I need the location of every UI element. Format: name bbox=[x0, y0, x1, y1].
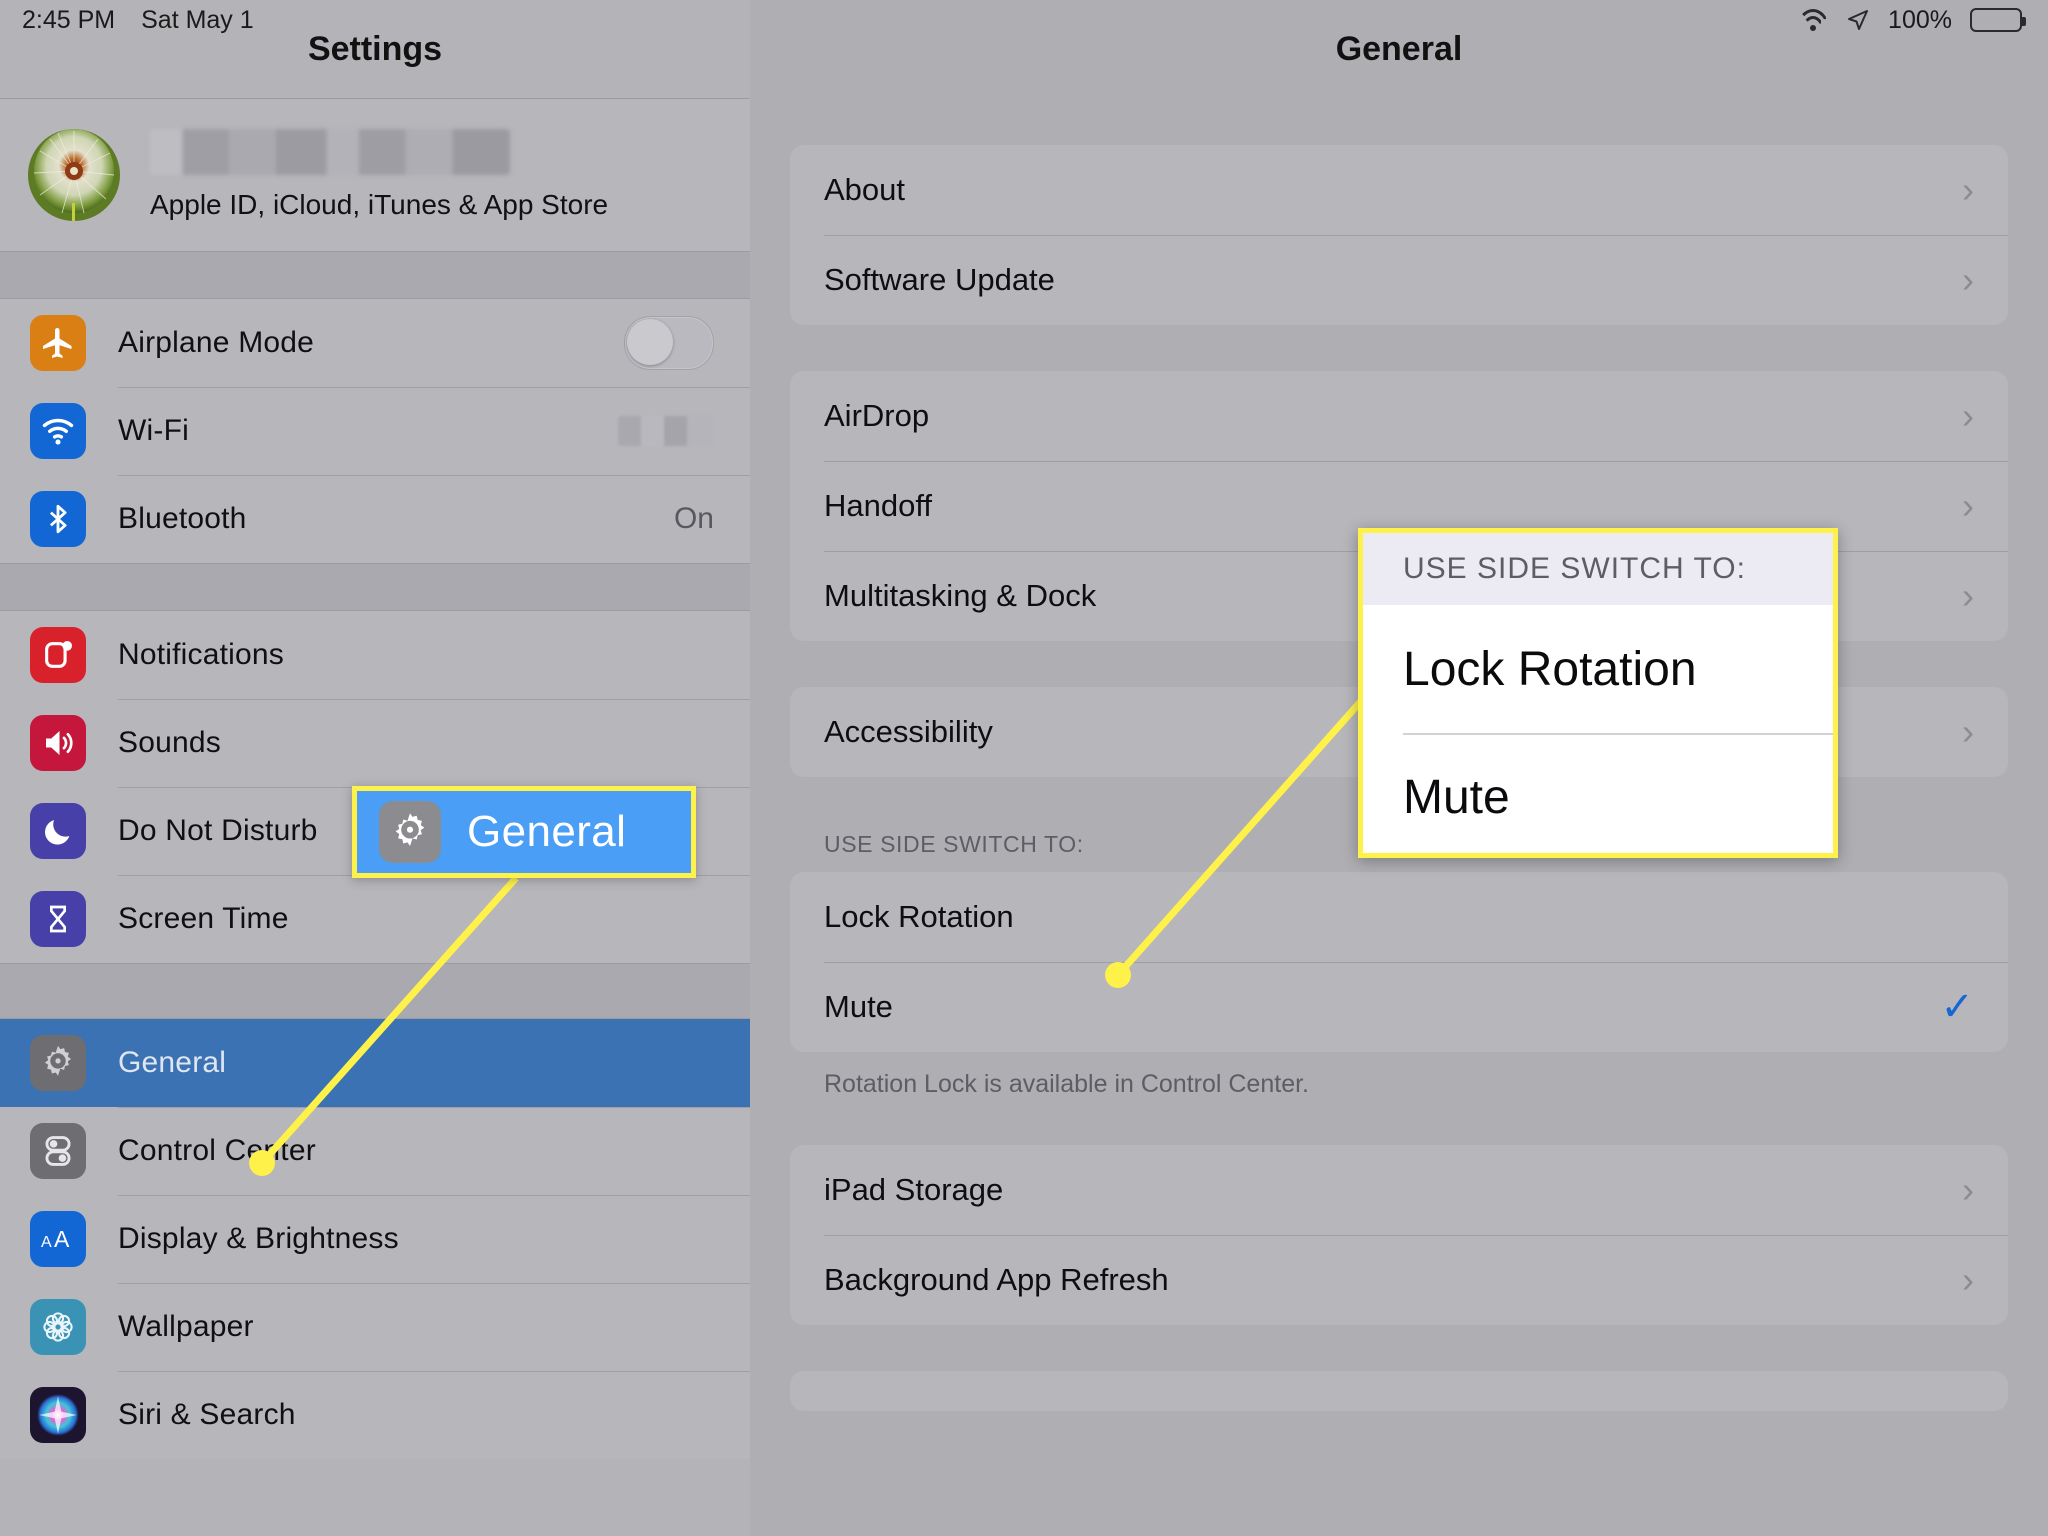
svg-text:A: A bbox=[54, 1226, 70, 1252]
sidebar-item-airplane-mode[interactable]: Airplane Mode bbox=[0, 299, 750, 387]
row-lock-rotation[interactable]: Lock Rotation bbox=[790, 872, 2008, 962]
chevron-right-icon: › bbox=[1962, 259, 1974, 300]
sidebar-item-label: Display & Brightness bbox=[118, 1222, 399, 1255]
row-label: Handoff bbox=[824, 488, 933, 523]
chevron-right-icon: › bbox=[1962, 575, 1974, 616]
group-about: About › Software Update › bbox=[790, 145, 2008, 325]
row-mute[interactable]: Mute ✓ bbox=[790, 962, 2008, 1052]
gear-icon bbox=[30, 1035, 86, 1091]
status-time: 2:45 PM bbox=[22, 5, 116, 34]
sidebar-item-control-center[interactable]: Control Center bbox=[0, 1107, 750, 1195]
group-storage: iPad Storage › Background App Refresh › bbox=[790, 1145, 2008, 1325]
settings-sidebar: Settings Apple ID, iCloud, iTunes & App … bbox=[0, 0, 750, 1536]
sidebar-item-label: Wallpaper bbox=[118, 1310, 254, 1343]
sidebar-item-label: Siri & Search bbox=[118, 1398, 296, 1431]
sidebar-item-bluetooth[interactable]: Bluetooth On bbox=[0, 475, 750, 563]
checkmark-icon: ✓ bbox=[1940, 985, 1974, 1029]
sidebar-item-wifi[interactable]: Wi-Fi bbox=[0, 387, 750, 475]
row-airdrop[interactable]: AirDrop › bbox=[790, 371, 2008, 461]
sidebar-item-label: Notifications bbox=[118, 638, 285, 671]
chevron-right-icon: › bbox=[1962, 485, 1974, 526]
chevron-right-icon: › bbox=[1962, 395, 1974, 436]
group-next-partial bbox=[790, 1371, 2008, 1411]
apple-id-text: Apple ID, iCloud, iTunes & App Store bbox=[150, 129, 608, 221]
chevron-right-icon: › bbox=[1962, 1169, 1974, 1210]
ipad-settings-screen: 2:45 PM Sat May 1 100% Settings Apple ID… bbox=[0, 0, 2048, 1536]
chevron-right-icon: › bbox=[1962, 169, 1974, 210]
sidebar-item-label: Screen Time bbox=[118, 902, 289, 935]
wifi-icon bbox=[30, 403, 86, 459]
sidebar-item-label: Do Not Disturb bbox=[118, 814, 318, 847]
wifi-icon bbox=[1797, 9, 1830, 31]
row-label: AirDrop bbox=[824, 398, 930, 433]
sidebar-group-connectivity: Airplane Mode Wi-Fi Bluetooth On bbox=[0, 299, 750, 563]
apple-id-subtitle: Apple ID, iCloud, iTunes & App Store bbox=[150, 189, 609, 220]
sidebar-item-label: Sounds bbox=[118, 726, 221, 759]
text-size-icon: AA bbox=[30, 1211, 86, 1267]
callout-side-switch-magnified: USE SIDE SWITCH TO: Lock Rotation Mute bbox=[1358, 528, 1838, 858]
gear-icon bbox=[379, 801, 441, 863]
group-side-switch: Lock Rotation Mute ✓ bbox=[790, 872, 2008, 1052]
moon-icon bbox=[30, 803, 86, 859]
row-label: Mute bbox=[824, 989, 893, 1024]
sidebar-item-label: Wi-Fi bbox=[118, 414, 189, 447]
sidebar-item-label: Control Center bbox=[118, 1134, 316, 1167]
callout-general-label: General bbox=[467, 807, 627, 856]
callout-item-lock-rotation: Lock Rotation bbox=[1403, 642, 1697, 696]
row-background-app-refresh[interactable]: Background App Refresh › bbox=[790, 1235, 2008, 1325]
airplane-mode-toggle[interactable] bbox=[624, 316, 714, 370]
status-bar: 2:45 PM Sat May 1 100% bbox=[0, 0, 2048, 40]
callout-side-switch-header: USE SIDE SWITCH TO: bbox=[1363, 533, 1833, 605]
sidebar-item-sounds[interactable]: Sounds bbox=[0, 699, 750, 787]
sidebar-item-display-brightness[interactable]: AA Display & Brightness bbox=[0, 1195, 750, 1283]
bluetooth-value: On bbox=[673, 502, 714, 535]
sidebar-item-label: Airplane Mode bbox=[118, 326, 315, 359]
row-label: About bbox=[824, 172, 906, 207]
notifications-icon bbox=[30, 627, 86, 683]
row-label: Background App Refresh bbox=[824, 1262, 1169, 1297]
row-label: iPad Storage bbox=[824, 1172, 1004, 1207]
apple-id-row[interactable]: Apple ID, iCloud, iTunes & App Store bbox=[0, 99, 750, 251]
callout-item-mute: Mute bbox=[1363, 733, 1833, 861]
sidebar-item-general[interactable]: General bbox=[0, 1019, 750, 1107]
chevron-right-icon: › bbox=[1962, 711, 1974, 752]
hourglass-icon bbox=[30, 891, 86, 947]
sidebar-group-system: General Control Center AA Display & Brig… bbox=[0, 1019, 750, 1459]
row-label: Accessibility bbox=[824, 714, 993, 749]
sidebar-item-label: Bluetooth bbox=[118, 502, 247, 535]
sidebar-item-notifications[interactable]: Notifications bbox=[0, 611, 750, 699]
sidebar-item-label: General bbox=[118, 1046, 227, 1079]
sidebar-item-screen-time[interactable]: Screen Time bbox=[0, 875, 750, 963]
row-label: Multitasking & Dock bbox=[824, 578, 1097, 613]
row-label: Software Update bbox=[824, 262, 1055, 297]
wifi-value-redacted bbox=[618, 416, 714, 446]
bluetooth-icon bbox=[30, 491, 86, 547]
status-bar-right: 100% bbox=[1797, 5, 2026, 35]
control-center-icon bbox=[30, 1123, 86, 1179]
status-bar-left: 2:45 PM Sat May 1 bbox=[22, 6, 254, 35]
row-ipad-storage[interactable]: iPad Storage › bbox=[790, 1145, 2008, 1235]
chevron-right-icon: › bbox=[1962, 1259, 1974, 1300]
sidebar-divider bbox=[0, 251, 750, 299]
section-footer-side-switch: Rotation Lock is available in Control Ce… bbox=[824, 1070, 1309, 1098]
status-date: Sat May 1 bbox=[141, 5, 254, 34]
row-software-update[interactable]: Software Update › bbox=[790, 235, 2008, 325]
sidebar-item-siri-search[interactable]: Siri & Search bbox=[0, 1371, 750, 1459]
row-about[interactable]: About › bbox=[790, 145, 2008, 235]
airplane-icon bbox=[30, 315, 86, 371]
account-name-redacted bbox=[150, 129, 510, 175]
svg-text:A: A bbox=[41, 1234, 52, 1251]
callout-general-magnified: General bbox=[352, 786, 696, 878]
speaker-icon bbox=[30, 715, 86, 771]
siri-icon bbox=[30, 1387, 86, 1443]
sidebar-divider bbox=[0, 563, 750, 611]
battery-full-icon bbox=[1970, 8, 2026, 32]
battery-percent-label: 100% bbox=[1888, 5, 1952, 34]
sidebar-item-wallpaper[interactable]: Wallpaper bbox=[0, 1283, 750, 1371]
sidebar-divider bbox=[0, 963, 750, 1019]
row-label: Lock Rotation bbox=[824, 899, 1014, 934]
avatar bbox=[28, 129, 120, 221]
flower-icon bbox=[30, 1299, 86, 1355]
location-arrow-icon bbox=[1848, 10, 1869, 30]
